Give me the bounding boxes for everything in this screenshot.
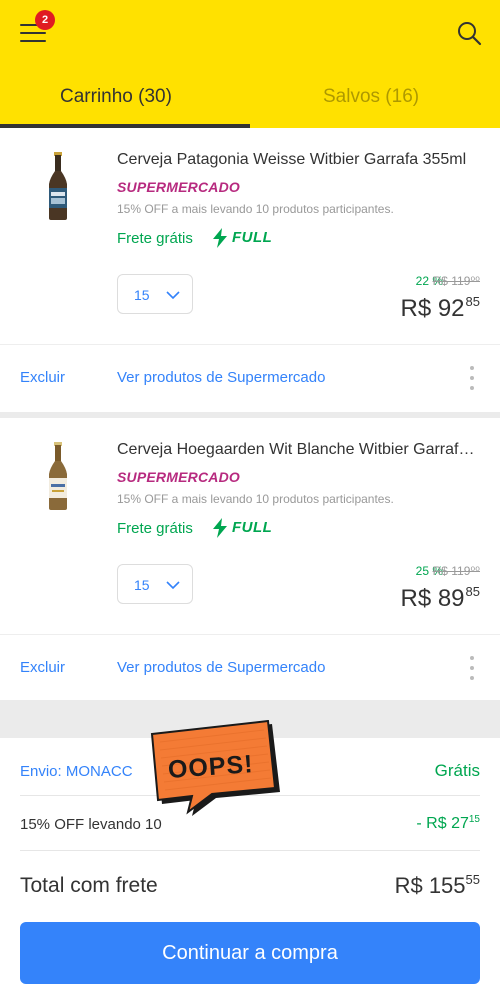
total-value-integer: R$ 155 bbox=[394, 873, 466, 898]
full-badge-text: FULL bbox=[232, 519, 273, 536]
total-value: R$ 15555 bbox=[395, 872, 480, 899]
oops-sticker: OOPS! bbox=[146, 720, 286, 818]
full-badge-text: FULL bbox=[232, 229, 273, 246]
old-price: R$ 119⁰⁰ bbox=[432, 274, 480, 288]
free-shipping-label: Frete grátis bbox=[117, 520, 193, 537]
tab-carrinho[interactable]: Carrinho (30) bbox=[60, 86, 172, 108]
notification-badge: 2 bbox=[35, 10, 55, 30]
price-integer: R$ 92 bbox=[400, 295, 465, 322]
price-cents: 85 bbox=[465, 294, 480, 309]
tab-salvos[interactable]: Salvos (16) bbox=[323, 86, 419, 108]
discount-label: 15% OFF levando 10 bbox=[20, 816, 162, 833]
discount-value-cents: 15 bbox=[468, 814, 480, 825]
price-cents: 85 bbox=[465, 584, 480, 599]
more-options-icon[interactable] bbox=[466, 364, 478, 392]
search-icon[interactable] bbox=[456, 20, 482, 46]
lightning-icon bbox=[213, 518, 227, 538]
product-image[interactable] bbox=[40, 440, 76, 512]
shipping-address-link[interactable]: Envio: MONACC bbox=[20, 763, 133, 780]
more-options-icon[interactable] bbox=[466, 654, 478, 682]
see-store-products-link[interactable]: Ver produtos de Supermercado bbox=[117, 659, 325, 676]
lightning-icon bbox=[213, 228, 227, 248]
divider bbox=[20, 850, 480, 851]
cart-item: Cerveja Patagonia Weisse Witbier Garrafa… bbox=[0, 128, 500, 412]
discount-value-integer: - R$ 27 bbox=[416, 815, 469, 832]
total-label: Total com frete bbox=[20, 874, 158, 897]
kebab-dot bbox=[470, 366, 474, 370]
cart-item: Cerveja Hoegaarden Wit Blanche Witbier G… bbox=[0, 418, 500, 700]
delete-link[interactable]: Excluir bbox=[20, 659, 65, 676]
see-store-products-link[interactable]: Ver produtos de Supermercado bbox=[117, 369, 325, 386]
app-header: 2 Carrinho (30) Salvos (16) bbox=[0, 0, 500, 128]
menu-icon-bar bbox=[20, 40, 46, 42]
promo-text: 15% OFF a mais levando 10 produtos parti… bbox=[117, 492, 394, 506]
price: R$ 9285 bbox=[400, 294, 480, 323]
continue-purchase-button[interactable]: Continuar a compra bbox=[20, 922, 480, 984]
divider bbox=[0, 344, 500, 345]
store-label: SUPERMERCADO bbox=[117, 179, 240, 195]
old-price: R$ 119⁰⁰ bbox=[432, 564, 480, 578]
price-integer: R$ 89 bbox=[400, 585, 465, 612]
quantity-selector[interactable]: 15 bbox=[117, 564, 193, 604]
menu-icon-bar bbox=[20, 32, 46, 34]
promo-text: 15% OFF a mais levando 10 produtos parti… bbox=[117, 202, 394, 216]
quantity-value: 15 bbox=[134, 287, 150, 303]
free-shipping-label: Frete grátis bbox=[117, 230, 193, 247]
chevron-down-icon bbox=[166, 291, 180, 300]
kebab-dot bbox=[470, 676, 474, 680]
store-label: SUPERMERCADO bbox=[117, 469, 240, 485]
quantity-value: 15 bbox=[134, 577, 150, 593]
shipping-cost: Grátis bbox=[434, 761, 480, 780]
quantity-selector[interactable]: 15 bbox=[117, 274, 193, 314]
chevron-down-icon bbox=[166, 581, 180, 590]
kebab-dot bbox=[470, 666, 474, 670]
kebab-dot bbox=[470, 386, 474, 390]
product-title[interactable]: Cerveja Hoegaarden Wit Blanche Witbier G… bbox=[117, 441, 482, 459]
delete-link[interactable]: Excluir bbox=[20, 369, 65, 386]
product-image[interactable] bbox=[40, 150, 76, 222]
price: R$ 8985 bbox=[400, 584, 480, 613]
kebab-dot bbox=[470, 376, 474, 380]
kebab-dot bbox=[470, 656, 474, 660]
total-value-cents: 55 bbox=[465, 872, 480, 887]
oops-text: OOPS! bbox=[167, 750, 255, 784]
discount-value: - R$ 2715 bbox=[416, 814, 480, 833]
divider bbox=[0, 634, 500, 635]
product-title[interactable]: Cerveja Patagonia Weisse Witbier Garrafa… bbox=[117, 151, 482, 169]
